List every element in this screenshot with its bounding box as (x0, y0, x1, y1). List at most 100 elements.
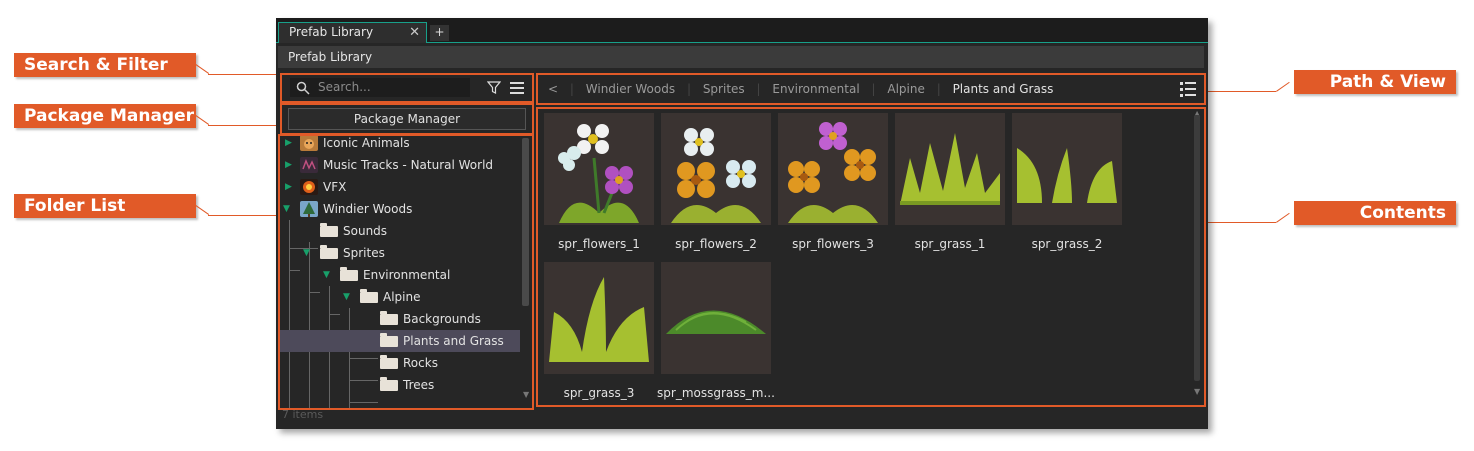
asset-name: spr_flowers_3 (792, 237, 874, 251)
folder-item-label: Iconic Animals (323, 136, 410, 150)
folder-icon (380, 377, 398, 391)
close-icon[interactable]: ✕ (409, 23, 420, 42)
folder-item-label: Rocks (403, 356, 438, 370)
leader-line (1206, 91, 1276, 92)
collapse-arrow-icon[interactable]: ▼ (303, 242, 310, 264)
filter-icon[interactable] (487, 81, 501, 95)
leader-line (208, 74, 280, 75)
vfx-icon (300, 179, 318, 195)
leader-line (195, 205, 210, 215)
folder-item-label: Trees (403, 378, 435, 392)
window-title: Prefab Library (278, 46, 1204, 68)
animal-icon (300, 136, 318, 151)
tab-label: Prefab Library (289, 25, 374, 39)
folder-item-windier-woods[interactable]: ▼ Windier Woods (280, 198, 520, 220)
scroll-down-icon[interactable]: ▼ (1194, 387, 1200, 396)
folder-icon (380, 333, 398, 347)
folder-item-plants-and-grass[interactable]: Plants and Grass (280, 330, 520, 352)
asset-name: spr_grass_2 (1031, 237, 1103, 251)
item-count-status: 7 items (282, 408, 324, 421)
asset-name: spr_grass_1 (914, 237, 986, 251)
leader-line (195, 115, 210, 125)
breadcrumb-windier-woods[interactable]: Windier Woods (586, 82, 675, 96)
flowers-sprite-thumbnail (661, 113, 771, 225)
folder-item-iconic-animals[interactable]: ▶ Iconic Animals (280, 136, 520, 154)
callout-label: Folder List (14, 194, 196, 218)
leader-line (208, 215, 280, 216)
new-tab-button[interactable]: + (430, 25, 449, 41)
folder-icon (320, 245, 338, 259)
folder-item-alpine[interactable]: ▼ Alpine (280, 286, 520, 308)
contents-grid: ▲ ▼ spr_flowers_1 spr_flowers_2 spr_flow… (536, 107, 1206, 407)
scroll-down-icon[interactable]: ▼ (523, 390, 529, 399)
folder-item-sprites[interactable]: ▼ Sprites (280, 242, 520, 264)
search-filter-area: Search... (280, 73, 534, 103)
folder-icon (320, 223, 338, 237)
grass-sprite-thumbnail (544, 262, 654, 374)
flowers-sprite-thumbnail (544, 113, 654, 225)
folder-item-music-tracks[interactable]: ▶ Music Tracks - Natural World (280, 154, 520, 176)
tab-bar: Prefab Library ✕ + (276, 18, 1208, 43)
folder-item-environmental[interactable]: ▼ Environmental (280, 264, 520, 286)
search-icon (296, 81, 310, 95)
folder-item-backgrounds[interactable]: Backgrounds (280, 308, 520, 330)
package-manager-button[interactable]: Package Manager (288, 108, 526, 130)
breadcrumb-separator: | (686, 82, 691, 96)
flowers-sprite-thumbnail (778, 113, 888, 225)
folder-icon (380, 355, 398, 369)
leader-line (1276, 81, 1290, 92)
asset-name: spr_flowers_1 (558, 237, 640, 251)
callout-label: Contents (1294, 201, 1456, 225)
leader-line (1206, 222, 1276, 223)
callout-label: Package Manager (14, 104, 196, 128)
folder-item-trees[interactable]: Trees (280, 374, 520, 396)
folder-item-label: Plants and Grass (403, 334, 504, 348)
leader-line (195, 64, 210, 74)
folder-icon (360, 289, 378, 303)
music-icon (300, 157, 318, 173)
breadcrumb-sprites[interactable]: Sprites (703, 82, 745, 96)
collapse-arrow-icon[interactable]: ▼ (323, 264, 330, 286)
callout-label: Search & Filter (14, 53, 196, 77)
expand-arrow-icon[interactable]: ▶ (285, 154, 292, 176)
tree-icon (300, 201, 318, 217)
folder-item-rocks[interactable]: Rocks (280, 352, 520, 374)
folder-item-label: Alpine (383, 290, 421, 304)
list-view-icon[interactable] (1180, 81, 1196, 97)
folder-item-sounds[interactable]: Sounds (280, 220, 520, 242)
path-view-bar: < | Windier Woods | Sprites | Environmen… (536, 73, 1206, 105)
breadcrumb-alpine[interactable]: Alpine (887, 82, 924, 96)
breadcrumb-plants-and-grass[interactable]: Plants and Grass (953, 82, 1054, 96)
folder-item-label: Music Tracks - Natural World (323, 158, 494, 172)
menu-icon[interactable] (510, 82, 524, 94)
expand-arrow-icon[interactable]: ▶ (285, 136, 292, 154)
package-manager-area: Package Manager (280, 103, 534, 135)
folder-item-label: Sounds (343, 224, 388, 238)
folder-list: ▶ Iconic Animals ▶ Music Tracks - Natura… (278, 134, 534, 410)
folder-item-label: Backgrounds (403, 312, 481, 326)
folder-item-label: Sprites (343, 246, 385, 260)
collapse-arrow-icon[interactable]: ▼ (283, 198, 290, 220)
search-input[interactable]: Search... (290, 78, 470, 97)
folder-list-scrollbar[interactable] (522, 138, 529, 306)
folder-item-vfx[interactable]: ▶ VFX (280, 176, 520, 198)
mossgrass-sprite-thumbnail (661, 262, 771, 374)
tree-guide (350, 402, 378, 403)
grass-sprite-thumbnail (1012, 113, 1122, 225)
collapse-arrow-icon[interactable]: ▼ (343, 286, 350, 308)
callout-label: Path & View (1294, 70, 1456, 94)
tab-prefab-library[interactable]: Prefab Library ✕ (278, 22, 427, 43)
breadcrumb: < | Windier Woods | Sprites | Environmen… (548, 75, 1061, 103)
folder-icon (380, 311, 398, 325)
breadcrumb-environmental[interactable]: Environmental (772, 82, 859, 96)
folder-item-label: VFX (323, 180, 347, 194)
breadcrumb-separator: | (936, 82, 941, 96)
grass-sprite-thumbnail (895, 113, 1005, 225)
contents-scrollbar[interactable] (1194, 115, 1200, 381)
breadcrumb-separator: | (569, 82, 574, 96)
back-button[interactable]: < (548, 82, 558, 96)
window-title-label: Prefab Library (288, 50, 373, 64)
asset-name: spr_flowers_2 (675, 237, 757, 251)
prefab-library-window: Prefab Library ✕ + Prefab Library Search… (276, 18, 1208, 429)
expand-arrow-icon[interactable]: ▶ (285, 176, 292, 198)
